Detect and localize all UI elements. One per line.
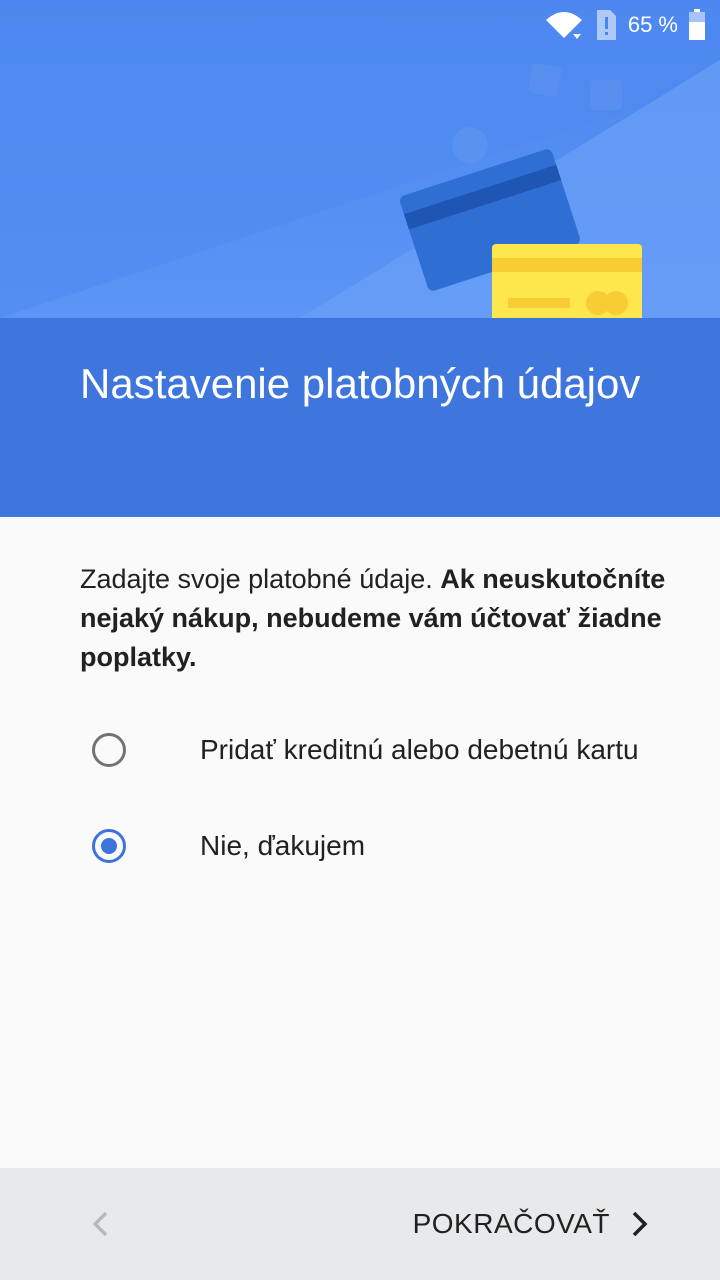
radio-add-card[interactable]	[92, 733, 126, 767]
intro-text: Zadajte svoje platobné údaje. Ak neuskut…	[80, 560, 720, 677]
status-bar: 65 %	[544, 0, 720, 50]
title-band	[0, 318, 720, 517]
intro-regular-text: Zadajte svoje platobné údaje.	[80, 564, 441, 594]
battery-icon	[689, 9, 705, 40]
option-add-card[interactable]: Pridať kreditnú alebo debetnú kartu	[0, 705, 720, 795]
footer-nav: POKRAČOVAŤ	[0, 1168, 720, 1280]
continue-button[interactable]: POKRAČOVAŤ	[413, 1194, 650, 1254]
option-no-thanks-label: Nie, ďakujem	[200, 830, 366, 861]
page-title: Nastavenie platobných údajov	[80, 360, 641, 407]
chevron-left-icon	[92, 1211, 108, 1237]
option-add-card-label: Pridať kreditnú alebo debetnú kartu	[200, 734, 639, 765]
header-illustration: 65 %	[0, 0, 720, 318]
yellow-card-icon	[492, 244, 642, 318]
wifi-icon	[545, 12, 582, 39]
battery-percent: 65 %	[627, 12, 678, 37]
sim-alert-icon	[596, 10, 616, 40]
back-button[interactable]	[70, 1194, 130, 1254]
option-no-thanks[interactable]: Nie, ďakujem	[0, 801, 720, 891]
chevron-right-icon	[632, 1211, 648, 1237]
continue-button-label: POKRAČOVAŤ	[412, 1208, 610, 1239]
radio-no-thanks[interactable]	[92, 829, 126, 863]
